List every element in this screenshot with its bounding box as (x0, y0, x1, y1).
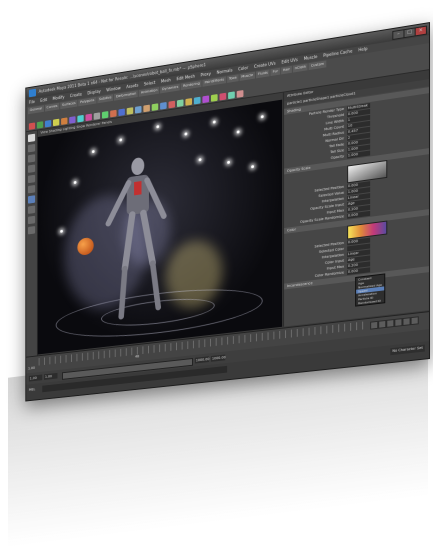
move-tool-icon[interactable] (27, 164, 36, 173)
paint-select-icon[interactable] (27, 154, 36, 163)
shelf-tool-icon[interactable] (210, 94, 218, 102)
robot-chest-light (134, 181, 142, 196)
layout-single-icon[interactable] (27, 215, 36, 225)
toolbox (26, 130, 38, 360)
shelf-tab[interactable]: nCloth (292, 63, 308, 73)
shelf-tab[interactable]: Curves (44, 102, 60, 112)
go-to-end-button[interactable] (410, 316, 419, 326)
shelf-tool-icon[interactable] (126, 107, 134, 115)
shelf-tool-icon[interactable] (53, 118, 60, 127)
shelf-tool-icon[interactable] (118, 108, 125, 117)
stage-light (236, 130, 240, 134)
current-frame: 48 (135, 354, 140, 359)
attribute-editor-panel: Attribute Editor particle1 particleShape… (283, 70, 429, 327)
stage-light (119, 138, 123, 142)
timeline-start: 1.00 (27, 365, 35, 371)
shelf-tool-icon[interactable] (135, 105, 142, 114)
robot-right-arm (147, 178, 164, 218)
shelf-tool-icon[interactable] (168, 100, 176, 109)
shelf-tool-icon[interactable] (151, 103, 159, 111)
shelf-tool-icon[interactable] (28, 122, 36, 130)
robot-character[interactable] (101, 148, 175, 329)
go-to-start-button[interactable] (370, 320, 379, 330)
shelf-tab[interactable]: Fluids (255, 69, 270, 79)
shelf-tool-icon[interactable] (36, 121, 44, 129)
stage-light (212, 120, 216, 124)
shelf-tool-icon[interactable] (77, 114, 84, 123)
shelf-tool-icon[interactable] (69, 116, 76, 124)
last-tool-icon[interactable] (27, 205, 36, 214)
shelf-tool-icon[interactable] (93, 112, 101, 120)
maya-window: Autodesk Maya 2011 Beta 1 x64 - Not for … (25, 22, 431, 402)
shelf-tool-icon[interactable] (176, 99, 184, 108)
manipulator-icon[interactable] (27, 195, 36, 204)
menu-item[interactable]: Edit (38, 97, 50, 104)
robot-left-arm (108, 183, 128, 224)
shelf-tool-icon[interactable] (202, 95, 210, 104)
rotate-tool-icon[interactable] (27, 174, 36, 184)
stage-light (184, 132, 188, 136)
shelf-tool-icon[interactable] (160, 101, 167, 110)
select-tool-icon[interactable] (27, 133, 36, 143)
play-back-button[interactable] (386, 319, 395, 328)
shelf-tab[interactable]: Muscle (239, 71, 256, 81)
anim-end-field[interactable]: 1000.00 (210, 354, 226, 362)
shelf-tool-icon[interactable] (44, 119, 52, 128)
robot-right-shin (153, 263, 159, 309)
shelf-tool-icon[interactable] (236, 90, 244, 98)
shelf-tab[interactable]: Fur (270, 67, 280, 77)
shelf-tool-icon[interactable] (228, 91, 235, 100)
3d-viewport[interactable]: View Shading Lighting Show Renderer Pane… (37, 92, 283, 355)
stage-light (73, 180, 77, 185)
play-forward-button[interactable] (394, 318, 403, 327)
robot-head (131, 156, 145, 176)
shelf-tool-icon[interactable] (143, 104, 150, 113)
product-stage: Autodesk Maya 2011 Beta 1 x64 - Not for … (0, 0, 433, 548)
menu-item[interactable]: File (26, 99, 37, 105)
scale-tool-icon[interactable] (27, 184, 36, 194)
robot-right-thigh (143, 212, 152, 265)
shelf-tool-icon[interactable] (219, 92, 227, 101)
shelf-tool-icon[interactable] (193, 96, 201, 105)
stage-light (260, 115, 264, 119)
step-forward-button[interactable] (402, 317, 411, 327)
shelf-tool-icon[interactable] (101, 111, 109, 119)
step-back-button[interactable] (378, 319, 387, 329)
stage-light (227, 160, 231, 165)
shelf-tool-icon[interactable] (110, 109, 117, 118)
stage-light (60, 229, 63, 233)
shelf-tab[interactable]: Toon (227, 74, 239, 83)
stage-light (156, 125, 160, 129)
character-set-menu[interactable]: No Character Set (390, 344, 425, 356)
range-start-field[interactable]: 1.00 (44, 372, 58, 380)
lasso-tool-icon[interactable] (27, 143, 36, 153)
mel-label: MEL (28, 387, 36, 392)
stage-light (251, 165, 255, 169)
anim-start-field[interactable]: 1.00 (28, 374, 43, 382)
maya-app-icon (28, 88, 36, 98)
shelf-tool-icon[interactable] (185, 98, 193, 106)
shelf-tool-icon[interactable] (85, 113, 92, 122)
robot-left-thigh (125, 215, 132, 269)
shelf-tab[interactable]: Hair (280, 65, 292, 75)
stage-light (198, 158, 202, 162)
shelf-tab[interactable]: Custom (308, 60, 327, 71)
stage-light (91, 149, 95, 154)
layout-four-icon[interactable] (27, 226, 36, 235)
robot-left-shin (121, 269, 125, 317)
range-end-field[interactable]: 1000.00 (194, 356, 210, 364)
shelf-tool-icon[interactable] (61, 117, 68, 125)
color-input-dropdown[interactable]: Constant Age Normalized Age Speed Accelerati… (355, 273, 386, 307)
